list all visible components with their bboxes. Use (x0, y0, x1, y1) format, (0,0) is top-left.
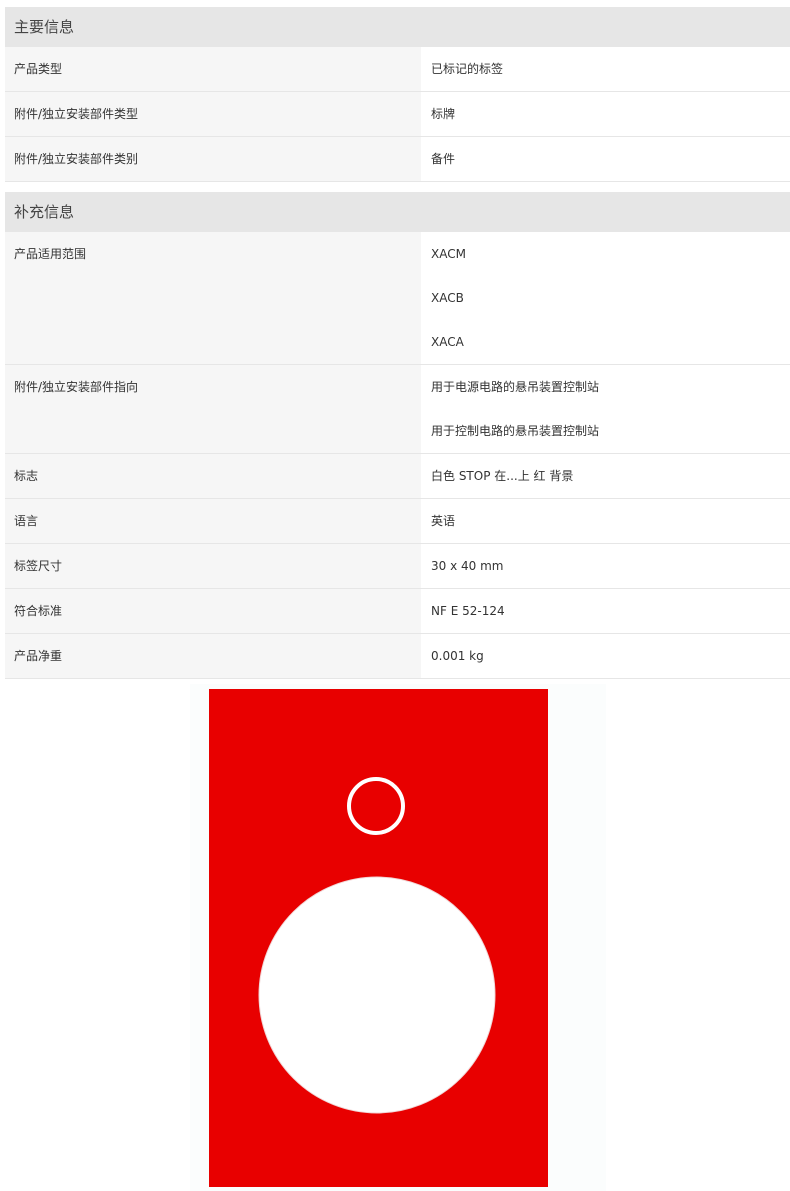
spec-label: 附件/独立安装部件指向 (5, 365, 421, 453)
spec-row: 产品净重 0.001 kg (5, 634, 790, 679)
spec-value: XACA (431, 335, 464, 349)
main-info-section: 主要信息 产品类型 已标记的标签 附件/独立安装部件类型 标牌 附件/独立安装部… (5, 7, 790, 182)
spec-row: 标签尺寸 30 x 40 mm (5, 544, 790, 589)
spec-value-list: XACM XACB XACA (421, 232, 790, 364)
spec-value: 30 x 40 mm (431, 559, 504, 573)
spec-row: 附件/独立安装部件类别 备件 (5, 137, 790, 182)
spec-value: 0.001 kg (431, 649, 484, 663)
spec-value: 英语 (431, 514, 456, 528)
spec-label: 产品适用范围 (5, 232, 421, 364)
product-image (190, 684, 606, 1191)
section-header-extra-info: 补充信息 (5, 192, 790, 232)
spec-row: 符合标准 NF E 52-124 (5, 589, 790, 634)
spec-value: 白色 STOP 在...上 红 背景 (431, 469, 574, 483)
spec-label: 符合标准 (5, 589, 421, 633)
spec-label: 产品净重 (5, 634, 421, 678)
spec-row: 附件/独立安装部件类型 标牌 (5, 92, 790, 137)
spec-row: 产品适用范围 XACM XACB XACA (5, 232, 790, 365)
spec-value: 已标记的标签 (431, 62, 504, 76)
button-cutout-circle (258, 876, 496, 1114)
spec-label: 附件/独立安装部件类型 (5, 92, 421, 136)
spec-value: XACB (431, 291, 464, 305)
spec-sheet: 主要信息 产品类型 已标记的标签 附件/独立安装部件类型 标牌 附件/独立安装部… (5, 7, 790, 679)
extra-info-section: 补充信息 产品适用范围 XACM XACB XACA 附件/独立安装部件指向 用… (5, 192, 790, 679)
section-header-main-info: 主要信息 (5, 7, 790, 47)
spec-row: 语言 英语 (5, 499, 790, 544)
spec-value: 用于电源电路的悬吊装置控制站 (431, 380, 600, 394)
spec-value: 标牌 (431, 107, 456, 121)
spec-row: 产品类型 已标记的标签 (5, 47, 790, 92)
label-plate-illustration (209, 689, 548, 1187)
spec-value-list: 用于电源电路的悬吊装置控制站 用于控制电路的悬吊装置控制站 (421, 365, 790, 453)
spec-label: 标签尺寸 (5, 544, 421, 588)
spec-value: NF E 52-124 (431, 604, 505, 618)
spec-label: 标志 (5, 454, 421, 498)
spec-row: 附件/独立安装部件指向 用于电源电路的悬吊装置控制站 用于控制电路的悬吊装置控制… (5, 365, 790, 454)
spec-row: 标志 白色 STOP 在...上 红 背景 (5, 454, 790, 499)
spec-value: 用于控制电路的悬吊装置控制站 (431, 424, 600, 438)
spec-label: 附件/独立安装部件类别 (5, 137, 421, 181)
spec-label: 产品类型 (5, 47, 421, 91)
spec-value: XACM (431, 247, 466, 261)
spec-label: 语言 (5, 499, 421, 543)
spec-value: 备件 (431, 152, 456, 166)
